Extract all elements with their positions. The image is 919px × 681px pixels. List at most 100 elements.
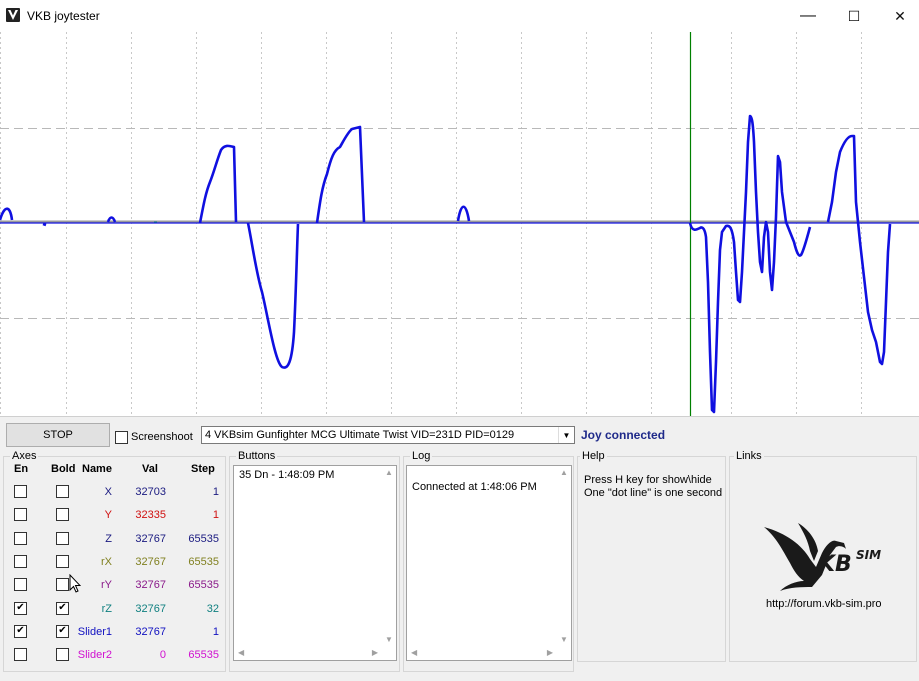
axis-name: rX — [101, 555, 112, 568]
axis-name: rY — [101, 579, 112, 592]
axis-plot-area[interactable] — [0, 32, 919, 416]
axis-step: 65535 — [188, 555, 219, 568]
help-text-line2: One "dot line" is one second — [584, 487, 723, 499]
axis-enable-checkbox[interactable]: ✔ — [14, 624, 27, 638]
scroll-up-icon[interactable]: ▲ — [560, 468, 568, 477]
axis-value: 32767 — [135, 625, 166, 638]
axis-bold-checkbox[interactable]: ✔ — [56, 601, 69, 615]
buttons-horizontal-scrollbar[interactable]: ◀ ▶ — [234, 646, 382, 660]
buttons-listbox[interactable]: 35 Dn - 1:48:09 PM ▲ ▼ ◀ ▶ — [233, 465, 397, 661]
axis-name: rZ — [101, 602, 112, 615]
axis-enable-checkbox[interactable] — [14, 508, 27, 522]
help-group: Help Press H key for show\hide One "dot … — [577, 450, 726, 662]
device-select-value: 4 VKBsim Gunfighter MCG Ultimate Twist V… — [205, 429, 515, 441]
axis-bold-checkbox[interactable] — [56, 531, 69, 545]
axis-row: Slider2 0 65535 — [4, 648, 224, 664]
maximize-icon: ☐ — [847, 7, 861, 24]
vkb-sim-logo[interactable]: KB SIM — [760, 515, 895, 595]
axis-bold-checkbox[interactable] — [56, 578, 69, 592]
minimize-icon: — — [800, 7, 816, 24]
axis-row: Y 32335 1 — [4, 508, 224, 524]
log-listbox[interactable]: Connected at 1:48:06 PM ▲ ▼ ◀ ▶ — [406, 465, 572, 661]
maximize-button[interactable]: ☐ — [831, 0, 877, 32]
axis-row: rX 32767 65535 — [4, 554, 224, 571]
links-group-title: Links — [734, 450, 764, 462]
axis-name: Z — [105, 532, 112, 545]
axis-name: X — [104, 486, 112, 498]
mouse-pointer-icon — [69, 574, 81, 593]
plot-grid-vertical — [0, 32, 862, 416]
log-vertical-scrollbar[interactable]: ▲ ▼ — [557, 466, 571, 646]
scroll-down-icon[interactable]: ▼ — [560, 635, 568, 644]
scroll-down-icon[interactable]: ▼ — [385, 635, 393, 644]
axis-step: 65535 — [188, 532, 219, 545]
help-group-title: Help — [580, 450, 607, 462]
connection-status: Joy connected — [581, 428, 666, 442]
axis-enable-checkbox[interactable] — [14, 648, 27, 662]
axis-value: 32335 — [135, 509, 166, 522]
scroll-up-icon[interactable]: ▲ — [385, 468, 393, 477]
axis-value: 32767 — [135, 532, 166, 545]
axis-enable-checkbox[interactable] — [14, 485, 27, 498]
axis-name: Slider1 — [77, 625, 112, 638]
scroll-left-icon[interactable]: ◀ — [238, 648, 244, 657]
axis-row: Z 32767 65535 — [4, 531, 224, 548]
axis-step: 1 — [212, 486, 219, 498]
minimize-button[interactable]: — — [785, 0, 831, 32]
buttons-group-title: Buttons — [236, 450, 278, 462]
forum-link[interactable]: http://forum.vkb-sim.pro — [766, 598, 882, 610]
axis-step: 1 — [212, 625, 219, 638]
help-text-line1: Press H key for show\hide — [584, 474, 712, 486]
axis-value: 32767 — [135, 555, 166, 568]
axis-value: 32703 — [135, 486, 166, 498]
axis-bold-checkbox[interactable] — [56, 485, 69, 498]
stop-button[interactable]: STOP — [6, 423, 110, 447]
close-icon: ✕ — [894, 7, 906, 24]
svg-text:SIM: SIM — [856, 548, 881, 562]
scroll-right-icon[interactable]: ▶ — [372, 648, 378, 657]
buttons-list-item: 35 Dn - 1:48:09 PM — [239, 469, 335, 481]
axis-bold-checkbox[interactable] — [56, 554, 69, 568]
log-horizontal-scrollbar[interactable]: ◀ ▶ — [407, 646, 557, 660]
close-button[interactable]: ✕ — [877, 0, 919, 32]
links-group: Links KB SIM http://forum.vkb-sim.pro — [729, 450, 917, 662]
svg-text:KB: KB — [818, 552, 852, 577]
axis-plot-canvas — [0, 32, 919, 416]
axis-name: Y — [104, 509, 112, 522]
axis-value: 32767 — [135, 602, 166, 615]
axis-enable-checkbox[interactable] — [14, 578, 27, 592]
vkb-app-icon — [6, 8, 20, 22]
axis-enable-checkbox[interactable] — [14, 554, 27, 568]
axis-step: 32 — [206, 602, 219, 615]
axis-value: 0 — [159, 649, 166, 662]
axes-header-step: Step — [191, 463, 215, 475]
buttons-group: Buttons 35 Dn - 1:48:09 PM ▲ ▼ ◀ ▶ — [229, 450, 400, 672]
axes-header-name: Name — [82, 463, 112, 475]
axis-row: X 32703 1 — [4, 485, 224, 501]
log-group-title: Log — [410, 450, 433, 462]
axis-enable-checkbox[interactable] — [14, 531, 27, 545]
axis-value: 32767 — [135, 579, 166, 592]
axis-bold-checkbox[interactable] — [56, 508, 69, 522]
axes-header-en: En — [14, 463, 29, 475]
axis-bold-checkbox[interactable] — [56, 648, 69, 662]
axis-bold-checkbox[interactable]: ✔ — [56, 624, 69, 638]
axis-row: ✔ ✔ rZ 32767 32 — [4, 601, 224, 618]
device-select[interactable]: 4 VKBsim Gunfighter MCG Ultimate Twist V… — [201, 426, 575, 444]
slider1-trace — [0, 114, 892, 414]
scroll-left-icon[interactable]: ◀ — [411, 648, 417, 657]
chevron-down-icon[interactable]: ▼ — [558, 427, 574, 443]
scroll-right-icon[interactable]: ▶ — [547, 648, 553, 657]
buttons-vertical-scrollbar[interactable]: ▲ ▼ — [382, 466, 396, 646]
title-bar: VKB joytester — ☐ ✕ — [0, 0, 919, 32]
axes-group: Axes En Bold Name Val Step X 32703 1 Y 32335… — [3, 450, 226, 672]
screenshot-checkbox[interactable] — [115, 431, 128, 444]
axes-header-val: Val — [142, 463, 158, 475]
axis-step: 65535 — [188, 649, 219, 662]
axis-enable-checkbox[interactable]: ✔ — [14, 601, 27, 615]
axis-step: 65535 — [188, 579, 219, 592]
vkb-bird-logo-icon: KB SIM — [764, 523, 881, 591]
axes-header-bold: Bold — [51, 463, 76, 475]
log-group: Log Connected at 1:48:06 PM ▲ ▼ ◀ ▶ — [403, 450, 574, 672]
window-title: VKB joytester — [27, 9, 100, 23]
